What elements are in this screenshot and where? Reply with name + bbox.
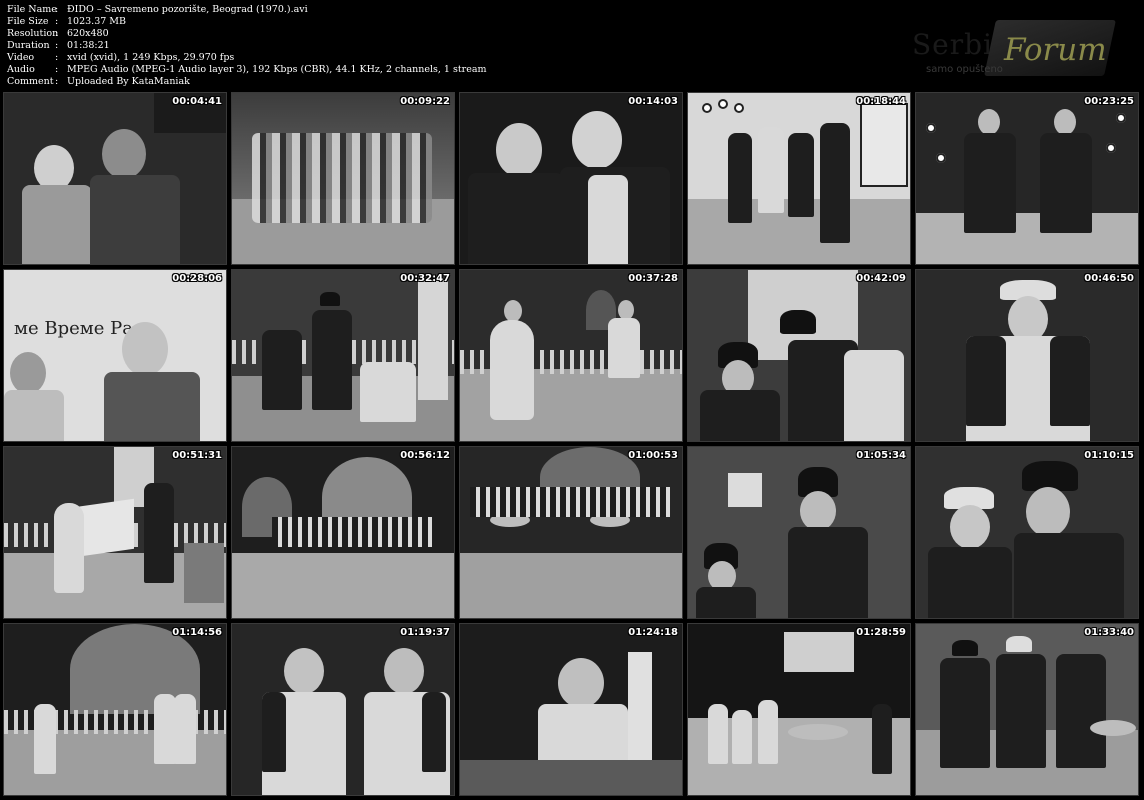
timestamp: 00:14:03 bbox=[628, 96, 678, 107]
info-row-resolution: Resolution : 620x480 bbox=[7, 28, 487, 40]
logo-tagline: samo opušteno bbox=[926, 64, 1003, 75]
video-thumbnail: 01:28:59 bbox=[687, 623, 911, 796]
timestamp: 01:05:34 bbox=[856, 450, 906, 461]
timestamp: 00:32:47 bbox=[400, 273, 450, 284]
info-value: 1023.37 MB bbox=[67, 16, 127, 27]
video-thumbnail: 00:23:25 bbox=[915, 92, 1139, 265]
video-thumbnail: 01:24:18 bbox=[459, 623, 683, 796]
video-thumbnail: 01:05:34 bbox=[687, 446, 911, 619]
info-row-file-name: File Name : ĐIDO – Savremeno pozorište, … bbox=[7, 4, 487, 16]
info-label: Resolution bbox=[7, 28, 59, 39]
video-thumbnail: 00:32:47 bbox=[231, 269, 455, 442]
video-thumbnail: ме Време Ра 00:28:06 bbox=[3, 269, 227, 442]
timestamp: 01:28:59 bbox=[856, 627, 906, 638]
scene-image bbox=[4, 447, 226, 618]
scene-image bbox=[916, 93, 1138, 264]
timestamp: 00:37:28 bbox=[628, 273, 678, 284]
video-thumbnail: 00:18:44 bbox=[687, 92, 911, 265]
info-row-audio: Audio : MPEG Audio (MPEG-1 Audio layer 3… bbox=[7, 64, 487, 76]
scene-image bbox=[4, 93, 226, 264]
video-thumbnail: 01:14:56 bbox=[3, 623, 227, 796]
scene-image bbox=[916, 624, 1138, 795]
video-thumbnail: 00:42:09 bbox=[687, 269, 911, 442]
info-row-duration: Duration : 01:38:21 bbox=[7, 40, 487, 52]
scene-image bbox=[232, 93, 454, 264]
timestamp: 00:04:41 bbox=[172, 96, 222, 107]
info-separator: : bbox=[55, 52, 59, 63]
video-thumbnail: 00:14:03 bbox=[459, 92, 683, 265]
timestamp: 00:56:12 bbox=[400, 450, 450, 461]
info-value: xvid (xvid), 1 249 Kbps, 29.970 fps bbox=[67, 52, 235, 63]
video-thumbnail: 00:46:50 bbox=[915, 269, 1139, 442]
video-thumbnail: 01:33:40 bbox=[915, 623, 1139, 796]
video-thumbnail: 00:56:12 bbox=[231, 446, 455, 619]
info-label: Comment bbox=[7, 76, 54, 87]
scene-image: ме Време Ра bbox=[4, 270, 226, 441]
info-separator: : bbox=[55, 4, 59, 15]
scene-image bbox=[460, 447, 682, 618]
info-separator: : bbox=[55, 40, 59, 51]
info-separator: : bbox=[55, 16, 59, 27]
scene-image bbox=[460, 93, 682, 264]
scene-image bbox=[460, 270, 682, 441]
scene-image bbox=[916, 270, 1138, 441]
scene-image bbox=[688, 93, 910, 264]
info-row-video: Video : xvid (xvid), 1 249 Kbps, 29.970 … bbox=[7, 52, 487, 64]
scene-image bbox=[232, 624, 454, 795]
info-label: Audio bbox=[7, 64, 35, 75]
info-label: Duration bbox=[7, 40, 50, 51]
video-thumbnail: 00:51:31 bbox=[3, 446, 227, 619]
info-label: Video bbox=[7, 52, 35, 63]
video-thumbnail: 00:04:41 bbox=[3, 92, 227, 265]
backdrop-sign-text: ме Време Ра bbox=[14, 318, 133, 339]
file-info-block: File Name : ĐIDO – Savremeno pozorište, … bbox=[7, 4, 487, 88]
info-row-file-size: File Size : 1023.37 MB bbox=[7, 16, 487, 28]
info-value: MPEG Audio (MPEG-1 Audio layer 3), 192 K… bbox=[67, 64, 487, 75]
thumbnail-grid: 00:04:41 00:09:22 00:14:03 00:18:44 00:2… bbox=[3, 92, 1139, 796]
timestamp: 01:33:40 bbox=[1084, 627, 1134, 638]
timestamp: 00:23:25 bbox=[1084, 96, 1134, 107]
info-value: 620x480 bbox=[67, 28, 109, 39]
timestamp: 01:10:15 bbox=[1084, 450, 1134, 461]
scene-image bbox=[688, 624, 910, 795]
video-thumbnail: 01:19:37 bbox=[231, 623, 455, 796]
info-row-comment: Comment : Uploaded By KataManiak bbox=[7, 76, 487, 88]
scene-image bbox=[688, 447, 910, 618]
info-value: ĐIDO – Savremeno pozorište, Beograd (197… bbox=[67, 4, 308, 15]
scene-image bbox=[232, 447, 454, 618]
timestamp: 00:46:50 bbox=[1084, 273, 1134, 284]
video-thumbnail: 01:00:53 bbox=[459, 446, 683, 619]
info-label: File Size bbox=[7, 16, 49, 27]
timestamp: 01:24:18 bbox=[628, 627, 678, 638]
video-thumbnail: 01:10:15 bbox=[915, 446, 1139, 619]
info-separator: : bbox=[55, 28, 59, 39]
scene-image bbox=[688, 270, 910, 441]
timestamp: 00:09:22 bbox=[400, 96, 450, 107]
video-thumbnail: 00:37:28 bbox=[459, 269, 683, 442]
info-value: 01:38:21 bbox=[67, 40, 110, 51]
info-header: File Name : ĐIDO – Savremeno pozorište, … bbox=[0, 0, 1144, 92]
logo-word: Forum bbox=[1004, 32, 1107, 68]
timestamp: 00:51:31 bbox=[172, 450, 222, 461]
timestamp: 00:18:44 bbox=[856, 96, 906, 107]
scene-image bbox=[460, 624, 682, 795]
info-label: File Name bbox=[7, 4, 57, 15]
timestamp: 01:19:37 bbox=[400, 627, 450, 638]
scene-image bbox=[232, 270, 454, 441]
info-separator: : bbox=[55, 64, 59, 75]
info-separator: : bbox=[55, 76, 59, 87]
forum-logo: Serbian Forum samo opušteno bbox=[898, 6, 1134, 86]
video-thumbnail: 00:09:22 bbox=[231, 92, 455, 265]
scene-image bbox=[4, 624, 226, 795]
scene-image bbox=[916, 447, 1138, 618]
timestamp: 01:00:53 bbox=[628, 450, 678, 461]
timestamp: 00:42:09 bbox=[856, 273, 906, 284]
timestamp: 01:14:56 bbox=[172, 627, 222, 638]
timestamp: 00:28:06 bbox=[172, 273, 222, 284]
info-value: Uploaded By KataManiak bbox=[67, 76, 190, 87]
